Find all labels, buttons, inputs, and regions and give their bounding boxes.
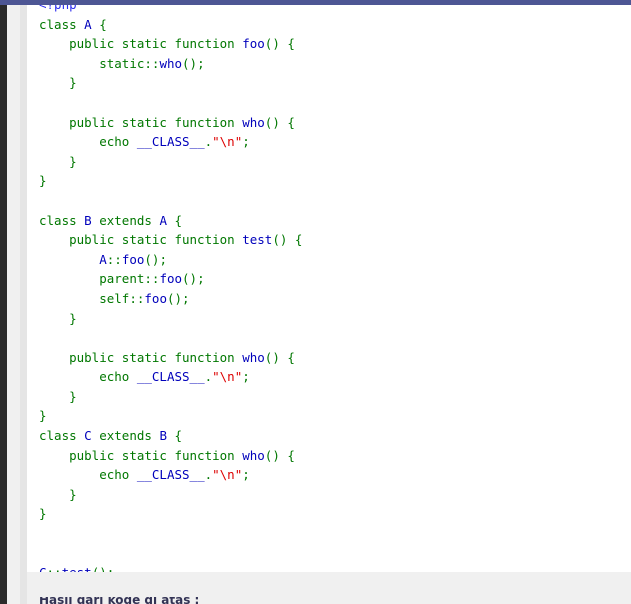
code-line: } (39, 173, 47, 189)
top-accent-bar (0, 0, 631, 5)
code-line: public static function foo() { (69, 36, 295, 52)
below-card-clipped-region: Hasil dari kode di atas : (27, 597, 631, 604)
code-line: } (69, 486, 77, 502)
code-line: } (69, 310, 77, 326)
code-line: parent::foo(); (99, 271, 205, 287)
code-line: echo __CLASS__."\n"; (99, 467, 250, 483)
code-line: public static function who() { (69, 349, 295, 365)
code-line: class C extends B { (39, 428, 183, 444)
code-line: echo __CLASS__."\n"; (99, 369, 250, 385)
code-line: class B extends A { (39, 212, 183, 228)
code-line: public static function who() { (69, 114, 295, 130)
code-line: public static function test() { (69, 232, 303, 248)
code-line: static::who(); (99, 55, 205, 71)
left-dark-rail (0, 0, 7, 604)
code-line: } (39, 506, 47, 522)
code-line: public static function who() { (69, 447, 295, 463)
code-line: self::foo(); (99, 290, 190, 306)
code-line: } (69, 388, 77, 404)
code-line: } (69, 153, 77, 169)
code-line: A::foo(); (99, 251, 167, 267)
code-line: } (39, 408, 47, 424)
php-code-block[interactable]: <?php class A { public static function fo… (27, 0, 302, 572)
code-card-gutter-strip (20, 0, 27, 604)
code-line: } (69, 75, 77, 91)
code-line: C::test(); (27, 563, 302, 572)
below-card-clipped-text: Hasil dari kode di atas : (39, 597, 200, 604)
code-line: class A { (39, 16, 107, 32)
code-line: echo __CLASS__."\n"; (99, 134, 250, 150)
code-listing-card: <?php class A { public static function fo… (27, 0, 631, 572)
